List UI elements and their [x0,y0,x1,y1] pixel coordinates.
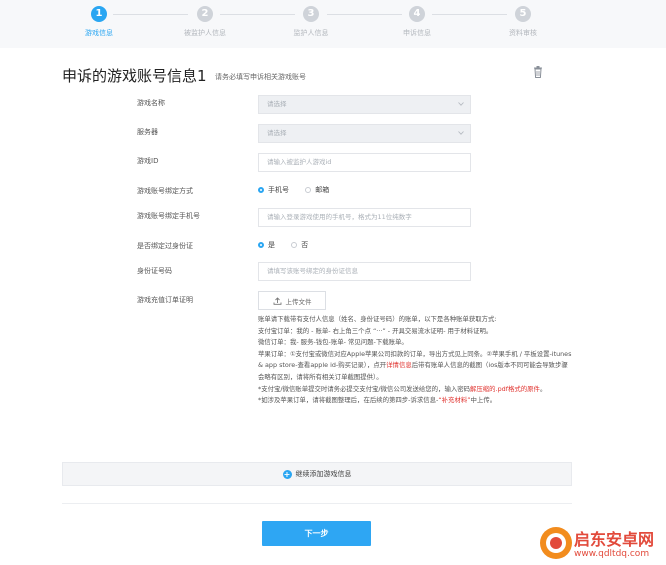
step-2: 2 被监护人信息 [160,6,250,38]
next-step-button[interactable]: 下一步 [262,521,371,546]
id-bound-label: 是否绑定过身份证 [137,242,193,250]
step-1: 1 游戏信息 [54,6,144,38]
step-number: 4 [409,6,425,22]
step-number: 2 [197,6,213,22]
step-5: 5 资料审核 [478,6,568,38]
chevron-down-icon [458,102,464,106]
radio-label: 手机号 [268,186,289,194]
radio-dot [305,187,312,193]
step-number: 5 [515,6,531,22]
add-game-info-label: 继续添加游戏信息 [295,470,352,478]
note-line: *支付宝/微信账单提交时请务必提交支付宝/微信公司发送给您的，输入密码解压缩的.… [258,384,574,396]
step-number: 1 [91,6,107,22]
radio-dot [291,242,298,248]
page-subtitle: 请务必填写申诉相关游戏账号 [215,73,306,81]
server-value: 请选择 [267,129,287,137]
game-name-value: 请选择 [267,100,287,108]
step-label: 申诉信息 [403,29,431,37]
radio-label: 是 [268,241,275,249]
note-text: *如涉及苹果订单，请将截图整理后，在后续的第四步-诉求信息- [258,396,439,405]
id-number-input[interactable]: 请填写该账号绑定的身份证信息 [258,262,471,281]
note-line: *如涉及苹果订单，请将截图整理后，在后续的第四步-诉求信息-“补充材料”中上传。 [258,395,574,407]
note-highlight: “补充材料” [438,396,471,405]
bind-phone-label: 游戏账号绑定手机号 [137,212,200,220]
bind-method-label: 游戏账号绑定方式 [137,187,193,195]
note-highlight: 详情信息 [386,361,412,370]
note-text: 中上传。 [470,396,497,405]
note-text: 。 [539,384,547,393]
chevron-down-icon [458,131,464,135]
page-title: 申诉的游戏账号信息1 [62,67,207,85]
watermark-url: www.qdltdq.com [574,549,650,559]
step-number: 3 [303,6,319,22]
radio-email[interactable]: 邮箱 [305,185,329,195]
divider [62,503,572,504]
recharge-proof-label: 游戏充值订单证明 [137,296,193,304]
id-number-label: 身份证号码 [137,267,172,275]
note-line: 微信订单：我- 服务-钱包-账单- 常见问题-下载账单。 [258,338,408,347]
radio-phone[interactable]: 手机号 [258,185,289,195]
step-label: 监护人信息 [293,29,329,37]
radio-dot [258,242,264,248]
step-4: 4 申诉信息 [372,6,462,38]
game-name-label: 游戏名称 [137,99,165,107]
plus-circle-icon: + [282,469,292,479]
radio-no[interactable]: 否 [291,240,308,250]
recharge-instructions: 账单请下载带有支付人信息（姓名、身份证号码）的账单，以下是各种账单获取方式: 支… [258,314,574,407]
watermark-text: 启东安卓网 [574,530,655,549]
trash-icon[interactable] [533,66,543,78]
progress-stepper: 1 游戏信息 2 被监护人信息 3 监护人信息 4 申诉信息 5 资料审核 [0,0,666,48]
game-id-input[interactable]: 请输入被监护人游戏id [258,153,471,172]
upload-icon [273,296,281,305]
radio-dot [258,187,264,193]
step-label: 资料审核 [509,29,537,37]
bind-phone-input[interactable]: 请输入登录游戏使用的手机号，格式为11位纯数字 [258,208,471,227]
step-3: 3 监护人信息 [266,6,356,38]
step-label: 被监护人信息 [184,29,226,37]
radio-label: 邮箱 [315,186,330,194]
bind-method-radio-group: 手机号 邮箱 [258,185,343,195]
server-select[interactable]: 请选择 [258,124,471,143]
radio-label: 否 [301,241,309,249]
game-name-select[interactable]: 请选择 [258,95,471,114]
server-label: 服务器 [137,128,158,136]
game-id-label: 游戏ID [137,157,159,165]
step-label: 游戏信息 [85,29,113,37]
note-line: 支付宝订单：我的 - 账单- 右上角三个点 “···” - 开具交易流水证明- … [258,326,493,335]
add-game-info-button[interactable]: + 继续添加游戏信息 [62,462,572,486]
note-line: 账单请下载带有支付人信息（姓名、身份证号码）的账单，以下是各种账单获取方式: [258,315,497,323]
note-text: *支付宝/微信账单提交时请务必提交支付宝/微信公司发送给您的，输入密码 [258,384,471,393]
id-bound-radio-group: 是 否 [258,240,322,250]
note-line: 苹果订单：①支付宝或微信对应Apple苹果公司扣款的订单，导出方式见上同条。②苹… [258,349,574,384]
upload-file-button[interactable]: 上传文件 [258,291,326,310]
upload-label: 上传文件 [285,297,312,306]
radio-yes[interactable]: 是 [258,240,275,250]
note-highlight: 解压缩的.pdf格式的原件 [470,384,540,393]
